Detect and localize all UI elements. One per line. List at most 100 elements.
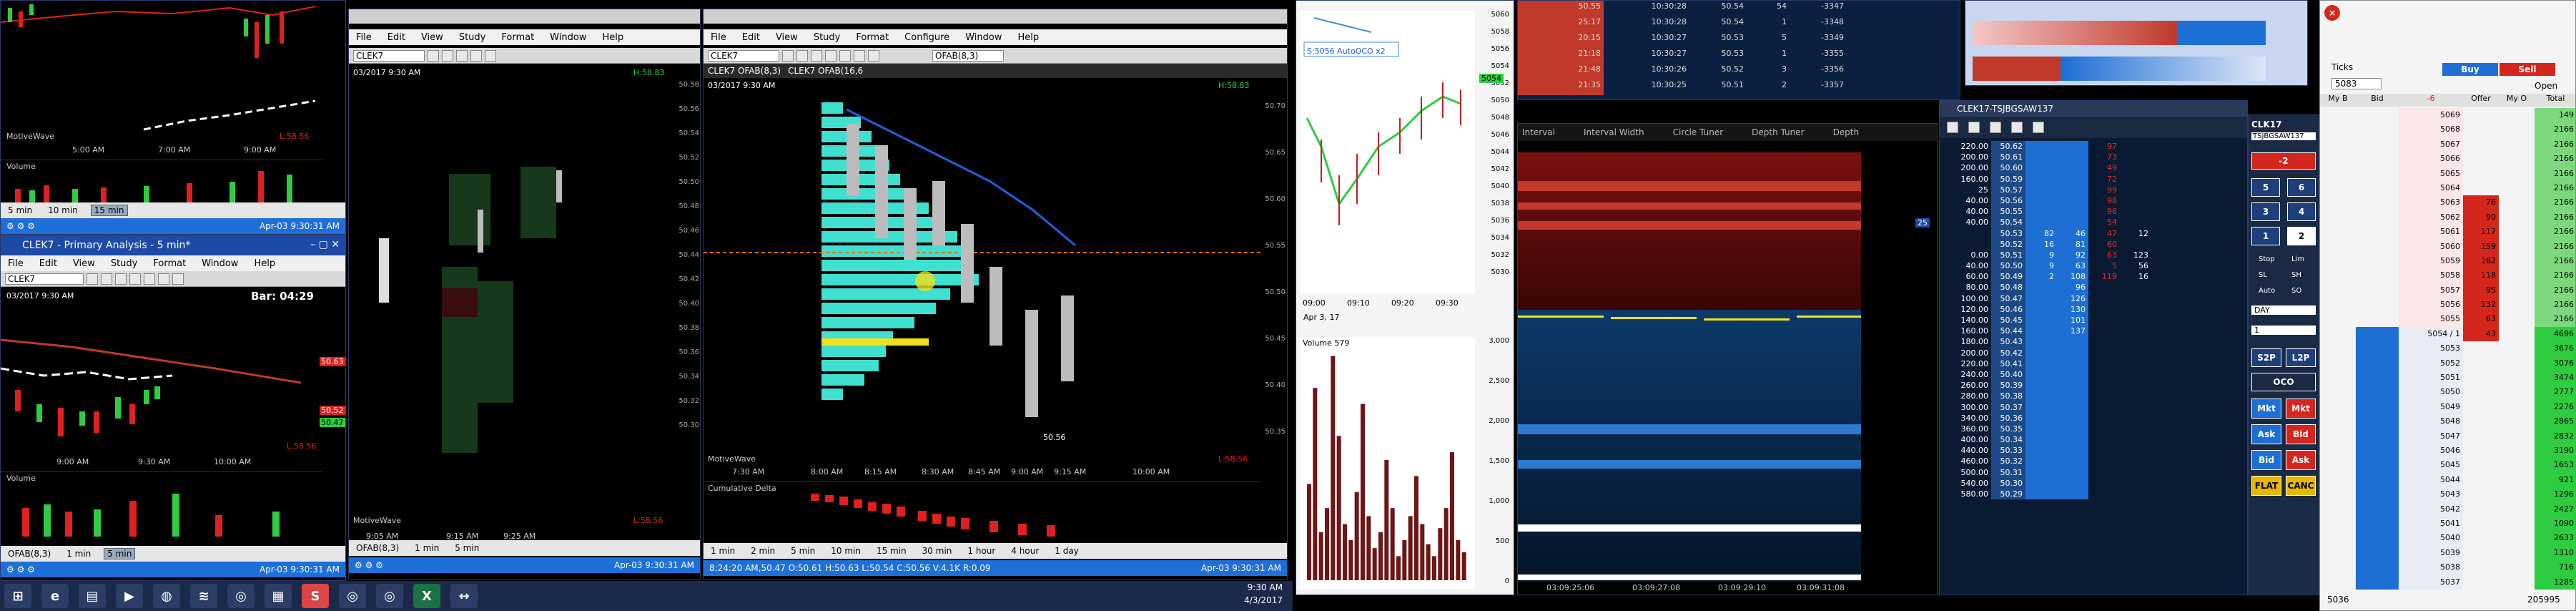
opt-stop[interactable]: Stop xyxy=(2259,255,2275,263)
right-dom-row[interactable]: 5045 1653 xyxy=(2320,458,2575,473)
top-left-tab-2[interactable]: 15 min xyxy=(90,205,128,216)
folder-icon[interactable]: ▤ xyxy=(79,584,106,608)
primary-tab-1[interactable]: 1 min xyxy=(64,549,94,559)
mid-tab-2[interactable]: 5 min xyxy=(452,543,482,553)
sell-button[interactable]: Sell xyxy=(2499,62,2556,77)
heatmap-menu-interval[interactable]: Interval xyxy=(1522,127,1555,137)
browser-icon[interactable]: ◎ xyxy=(227,584,255,608)
dom-row[interactable]: 200.00 50.42 xyxy=(1940,347,2247,358)
right-dom-row[interactable]: 5048 2865 xyxy=(2320,414,2575,429)
main-menu-study[interactable]: Study xyxy=(814,32,841,43)
heatmap-menu-depth[interactable]: Depth xyxy=(1833,127,1860,137)
primary-tab-0[interactable]: OFAB(8,3) xyxy=(5,549,54,559)
right-dom-row[interactable]: 5060 159 2166 xyxy=(2320,239,2575,254)
right-dom-row[interactable]: 5038 716 xyxy=(2320,560,2575,575)
opt-sh[interactable]: SH xyxy=(2291,271,2301,279)
line-icon[interactable] xyxy=(115,273,127,285)
charts-icon[interactable]: ≋ xyxy=(190,584,217,608)
right-dom-row[interactable]: 5055 63 2166 xyxy=(2320,312,2575,327)
dom-row[interactable]: 140.00 50.45 101 xyxy=(1940,315,2247,326)
right-dom-row[interactable]: 5040 2633 xyxy=(2320,531,2575,546)
ask-sell-button[interactable]: Ask xyxy=(2286,450,2316,470)
dom-row[interactable]: 160.00 50.59 72 xyxy=(1940,173,2247,185)
camera-icon[interactable] xyxy=(839,49,851,62)
clock-date[interactable]: 4/3/2017 xyxy=(1244,595,1283,605)
dom-row[interactable]: 100.00 50.47 126 xyxy=(1940,293,2247,304)
opt-lim[interactable]: Lim xyxy=(2291,255,2304,263)
right-dom-row[interactable]: 5039 1310 xyxy=(2320,545,2575,561)
main-tf-4[interactable]: 15 min xyxy=(874,546,909,556)
excel-icon[interactable]: X xyxy=(413,584,440,608)
dom-row[interactable]: 40.00 50.56 98 xyxy=(1940,195,2247,207)
right-dom-row[interactable]: 5049 2276 xyxy=(2320,399,2575,415)
bid-sell-button[interactable]: Bid xyxy=(2286,424,2316,444)
dom-row[interactable]: 120.00 50.46 130 xyxy=(1940,303,2247,315)
heatmap-menu-width[interactable]: Interval Width xyxy=(1584,127,1644,137)
right-dom-row[interactable]: 5065 2166 xyxy=(2320,166,2575,181)
s2p-button[interactable]: S2P xyxy=(2251,348,2281,367)
right-dom-row[interactable]: 5067 2166 xyxy=(2320,137,2575,152)
right-dom-row[interactable]: 5058 118 2166 xyxy=(2320,268,2575,283)
main-tab-title2[interactable]: CLEK7 OFAB(16,6 xyxy=(788,66,863,76)
dom-row[interactable]: 40.00 50.55 96 xyxy=(1940,206,2247,217)
main-menu-view[interactable]: View xyxy=(776,32,798,43)
mid-tab-0[interactable]: OFAB(8,3) xyxy=(353,543,402,553)
opt-sl[interactable]: SL xyxy=(2259,271,2267,279)
dom-row[interactable]: 50.53 82 46 47 12 xyxy=(1940,228,2247,239)
main-tf-6[interactable]: 1 hour xyxy=(964,546,998,556)
mid-menu-study[interactable]: Study xyxy=(459,32,486,43)
right-dom-row[interactable]: 5068 2166 xyxy=(2320,122,2575,137)
mid-symbol[interactable]: CLEK7 xyxy=(353,49,425,62)
main-menu-edit[interactable]: Edit xyxy=(742,32,760,43)
mid-menu-file[interactable]: File xyxy=(356,32,372,43)
teamviewer-icon[interactable]: ↔ xyxy=(450,584,478,608)
text-icon[interactable] xyxy=(825,49,837,62)
primary-menu-window[interactable]: Window xyxy=(202,258,238,269)
dom-row[interactable]: 500.00 50.31 xyxy=(1940,466,2247,478)
tif-select[interactable]: DAY xyxy=(2251,306,2316,315)
qty-btn-0[interactable]: 5 xyxy=(2251,178,2280,197)
mkt-buy-button[interactable]: Mkt xyxy=(2251,399,2281,419)
main-tf-7[interactable]: 4 hour xyxy=(1008,546,1042,556)
main-tf-1[interactable]: 2 min xyxy=(748,546,778,556)
right-dom-row[interactable]: 5050 2777 xyxy=(2320,385,2575,400)
qty-btn-1[interactable]: 6 xyxy=(2287,178,2316,197)
price-box[interactable]: 5083 xyxy=(2331,78,2382,89)
buy-button[interactable]: Buy xyxy=(2442,62,2499,77)
qty-input[interactable]: 1 xyxy=(2251,326,2316,335)
right-dom-row[interactable]: 5064 2166 xyxy=(2320,180,2575,196)
undo-icon[interactable] xyxy=(158,273,169,285)
right-dom-row[interactable]: 5044 921 xyxy=(2320,472,2575,488)
main-symbol[interactable]: CLEK7 xyxy=(708,49,779,62)
primary-titlebar[interactable]: CLEK7 - Primary Analysis - 5 min* – ▢ ✕ xyxy=(1,235,345,255)
mid-menu-view[interactable]: View xyxy=(421,32,443,43)
line-icon[interactable] xyxy=(811,49,822,62)
qty-btn-5[interactable]: 2 xyxy=(2287,227,2316,245)
camera-icon[interactable] xyxy=(485,49,496,62)
main-menu-window[interactable]: Window xyxy=(965,32,1002,43)
main-tf-0[interactable]: 1 min xyxy=(708,546,738,556)
right-dom-row[interactable]: 5054 / 1 43 4696 xyxy=(2320,326,2575,342)
dom-row[interactable]: 60.00 50.49 2 108 119 16 xyxy=(1940,271,2247,283)
text-icon[interactable] xyxy=(470,49,482,62)
right-dom-row[interactable]: 5047 2832 xyxy=(2320,429,2575,444)
primary-menu-format[interactable]: Format xyxy=(153,258,186,269)
ie-icon[interactable]: e xyxy=(41,584,69,608)
layers-icon[interactable] xyxy=(1968,122,1980,133)
dom-row[interactable]: 25 50.57 99 xyxy=(1940,184,2247,195)
right-dom-row[interactable]: 5057 95 2166 xyxy=(2320,283,2575,298)
dom-row[interactable]: 200.00 50.60 49 xyxy=(1940,162,2247,174)
dom-row[interactable]: 460.00 50.32 xyxy=(1940,456,2247,467)
dom-row[interactable]: 160.00 50.44 137 xyxy=(1940,326,2247,337)
top-left-tab-1[interactable]: 10 min xyxy=(45,205,81,215)
primary-window-controls[interactable]: – ▢ ✕ xyxy=(310,239,340,250)
right-dom-row[interactable]: 5066 2166 xyxy=(2320,152,2575,167)
dom-row[interactable]: 50.52 16 81 60 xyxy=(1940,238,2247,250)
main-menu-file[interactable]: File xyxy=(711,32,726,43)
flat-button[interactable]: FLAT xyxy=(2251,476,2281,496)
camera-icon[interactable] xyxy=(144,273,155,285)
primary-menu-view[interactable]: View xyxy=(73,258,95,269)
dom-row[interactable]: 80.00 50.48 96 xyxy=(1940,282,2247,293)
cursor-icon[interactable] xyxy=(101,273,112,285)
browser2-icon[interactable]: ◎ xyxy=(339,584,366,608)
